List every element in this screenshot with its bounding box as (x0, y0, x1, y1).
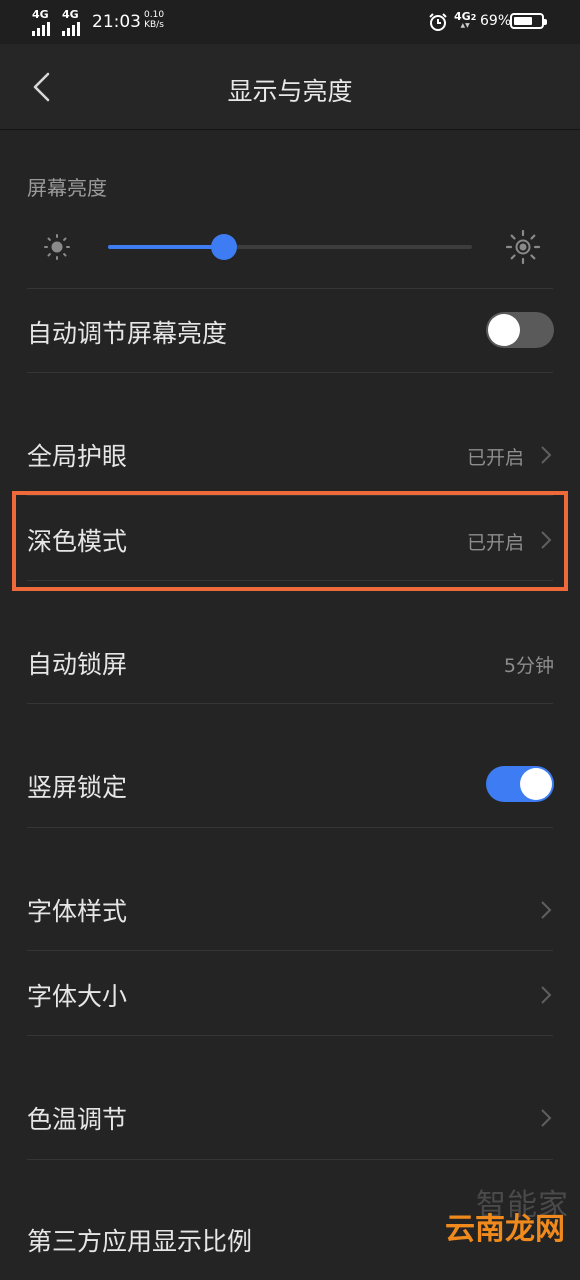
eye-protection-value: 已开启 (466, 447, 524, 469)
eye-protection-label: 全局护眼 (27, 442, 128, 471)
signal-strength-icon: 4G (32, 8, 50, 36)
divider (27, 827, 553, 828)
signal-label: 4G (32, 8, 49, 21)
brightness-slider[interactable] (108, 234, 472, 260)
signal-strength-icon: 4G (62, 8, 80, 36)
auto-lock-row[interactable]: 自动锁屏 5分钟 (0, 619, 580, 703)
chevron-right-icon (541, 1109, 552, 1127)
alarm-clock-icon (429, 13, 447, 31)
network-speed-unit: KB/s (144, 20, 164, 30)
eye-protection-row[interactable]: 全局护眼 已开启 (0, 411, 580, 495)
battery-fill (514, 17, 532, 25)
divider (27, 703, 553, 704)
brightness-section-label: 屏幕亮度 (27, 176, 107, 200)
page-title: 显示与亮度 (227, 77, 353, 106)
brightness-slider-thumb[interactable] (211, 234, 238, 260)
auto-lock-value: 5分钟 (503, 655, 554, 677)
watermark: 智能家 云南龙网 (445, 1180, 575, 1247)
third-party-ratio-label: 第三方应用显示比例 (27, 1227, 253, 1256)
font-style-row[interactable]: 字体样式 (0, 866, 580, 950)
toggle-knob (520, 768, 552, 800)
auto-brightness-row[interactable]: 自动调节屏幕亮度 (0, 288, 580, 372)
toggle-knob (488, 314, 520, 346)
font-style-label: 字体样式 (27, 897, 128, 926)
highlight-box (12, 491, 568, 591)
divider (27, 1159, 553, 1160)
battery-icon (510, 13, 547, 29)
color-temp-label: 色温调节 (27, 1105, 128, 1134)
color-temp-row[interactable]: 色温调节 (0, 1074, 580, 1158)
network-type-icon: 4G2 ▲▼ (454, 10, 477, 29)
font-size-row[interactable]: 字体大小 (0, 951, 580, 1035)
portrait-lock-row[interactable]: 竖屏锁定 (0, 742, 580, 826)
auto-lock-label: 自动锁屏 (27, 650, 128, 679)
auto-brightness-toggle[interactable] (486, 312, 554, 348)
chevron-right-icon (541, 446, 552, 464)
portrait-lock-label: 竖屏锁定 (27, 773, 128, 802)
portrait-lock-toggle[interactable] (486, 766, 554, 802)
auto-brightness-label: 自动调节屏幕亮度 (27, 319, 228, 348)
status-bar: 4G 4G 21:03 0.10 KB/s 4G2 ▲▼ 69% (0, 0, 580, 44)
chevron-right-icon (541, 986, 552, 1004)
signal-label: 4G (62, 8, 79, 21)
divider (27, 372, 553, 373)
brightness-high-icon (505, 229, 541, 265)
brightness-slider-fill (108, 245, 225, 249)
divider (27, 1035, 553, 1036)
battery-percent: 69% (480, 13, 512, 29)
font-size-label: 字体大小 (27, 982, 128, 1011)
network-speed-value: 0.10 (144, 10, 165, 20)
network-sim: 2 (470, 13, 477, 22)
network-speed: 0.10 KB/s (144, 10, 164, 30)
chevron-right-icon (541, 901, 552, 919)
nav-bar: 显示与亮度 (0, 44, 580, 130)
watermark-bottom: 云南龙网 (445, 1212, 565, 1247)
brightness-low-icon (44, 234, 70, 260)
status-time: 21:03 (92, 12, 141, 32)
